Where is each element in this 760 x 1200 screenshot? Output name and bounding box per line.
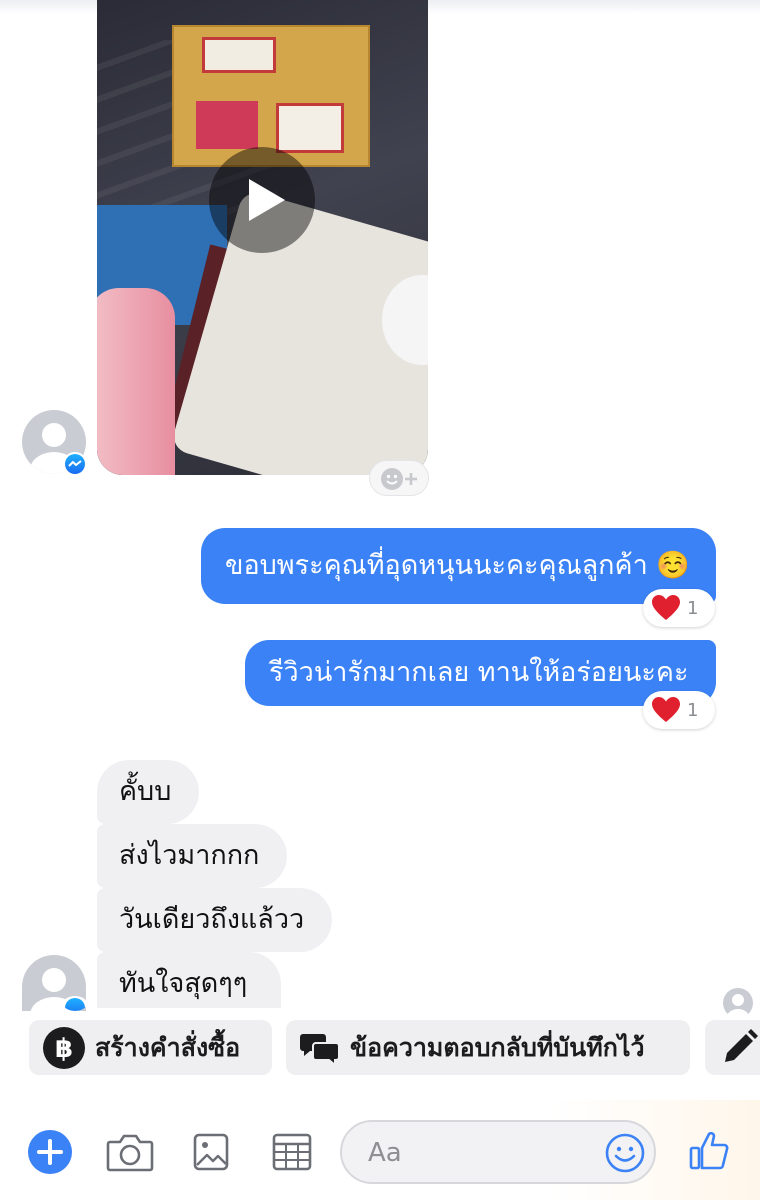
messenger-badge xyxy=(63,996,87,1011)
edit-quick-actions-button[interactable] xyxy=(705,1020,760,1075)
heart-icon xyxy=(652,697,680,722)
plus-circle-icon[interactable] xyxy=(27,1129,73,1175)
grid-icon[interactable] xyxy=(272,1133,312,1171)
message-bubble-incoming[interactable]: คั้บบ xyxy=(97,760,199,824)
message-bubble-incoming[interactable]: วันเดียวถึงแล้วว xyxy=(97,888,332,952)
heart-icon xyxy=(652,595,680,620)
image-icon[interactable] xyxy=(193,1133,229,1171)
saved-replies-button[interactable]: ข้อความตอบกลับที่บันทึกไว้ xyxy=(286,1020,690,1075)
parcel-label xyxy=(276,103,344,153)
message-text: วันเดียวถึงแล้วว xyxy=(119,904,305,935)
video-message[interactable] xyxy=(97,0,428,475)
create-order-label: สร้างคำสั่งซื้อ xyxy=(95,1032,241,1062)
add-reaction-icon xyxy=(381,468,417,490)
message-bubble-outgoing[interactable]: ขอบพระคุณที่อุดหนุนนะคะคุณลูกค้า ☺️ xyxy=(201,528,716,604)
saved-replies-label: ข้อความตอบกลับที่บันทึกไว้ xyxy=(350,1032,645,1062)
play-button[interactable] xyxy=(209,147,315,253)
create-order-button[interactable]: ฿ สร้างคำสั่งซื้อ xyxy=(29,1020,272,1075)
messenger-badge xyxy=(63,452,87,476)
quick-actions-bar: ฿ สร้างคำสั่งซื้อ ข้อความตอบกลับที่บันทึ… xyxy=(0,1014,760,1082)
parcel-sticker xyxy=(196,101,258,149)
parcel-label xyxy=(202,37,276,73)
svg-text:฿: ฿ xyxy=(55,1034,73,1064)
message-text: ขอบพระคุณที่อุดหนุนนะคะคุณลูกค้า ☺️ xyxy=(225,550,690,581)
reaction-count: 1 xyxy=(687,699,699,721)
reaction-count: 1 xyxy=(687,597,699,619)
message-text: ทันใจสุดๆๆ xyxy=(119,968,248,999)
messenger-icon xyxy=(68,460,82,467)
message-text: รีวิวน่ารักมากเลย ทานให้อร่อยนะคะ xyxy=(269,657,689,688)
pencil-icon xyxy=(725,1028,758,1062)
message-reaction[interactable]: 1 xyxy=(643,589,715,627)
chat-bubbles-icon xyxy=(300,1033,340,1066)
message-input-box[interactable] xyxy=(340,1120,656,1184)
video-thumbnail-parcel xyxy=(172,25,370,167)
message-input[interactable] xyxy=(366,1132,590,1174)
video-thumbnail-detail xyxy=(97,288,175,475)
message-bubble-incoming[interactable]: ส่งไวมากกก xyxy=(97,824,287,888)
play-icon xyxy=(249,179,285,221)
baht-icon: ฿ xyxy=(43,1026,85,1069)
add-reaction-button[interactable] xyxy=(369,460,429,496)
message-text: ส่งไวมากกก xyxy=(119,840,260,871)
message-text: คั้บบ xyxy=(119,776,172,807)
message-bubble-outgoing[interactable]: รีวิวน่ารักมากเลย ทานให้อร่อยนะคะ xyxy=(245,640,716,706)
like-icon[interactable] xyxy=(688,1130,730,1172)
message-composer xyxy=(0,1100,760,1200)
camera-icon[interactable] xyxy=(106,1132,154,1174)
message-reaction[interactable]: 1 xyxy=(643,691,715,729)
emoji-icon[interactable] xyxy=(604,1132,646,1174)
message-bubble-incoming[interactable]: ทันใจสุดๆๆ xyxy=(97,952,281,1008)
